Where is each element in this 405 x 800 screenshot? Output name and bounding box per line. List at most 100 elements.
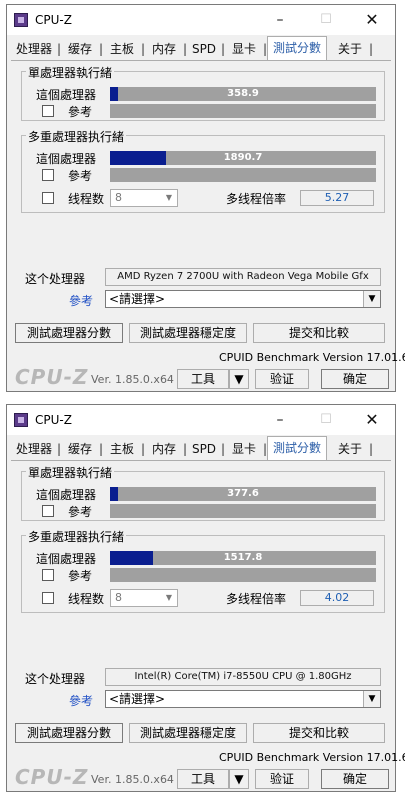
tab-mainboard[interactable]: 主板 <box>103 438 145 460</box>
threads-checkbox[interactable] <box>42 192 54 204</box>
chevron-down-icon[interactable]: ▼ <box>363 691 380 707</box>
tools-dropdown[interactable]: ▼ <box>229 769 249 789</box>
chevron-down-icon[interactable]: ▼ <box>363 291 380 307</box>
ratio-value: 5.27 <box>300 190 374 206</box>
bench-panel: 單處理器執行緒 這個處理器 377.6 參考 多重處理器执行緒 這個處理器 15… <box>11 460 391 720</box>
tab-bench[interactable]: 測試分數 <box>267 36 327 61</box>
group-legend: 多重處理器执行緒 <box>26 528 127 545</box>
bench-cpu-button[interactable]: 測試處理器分數 <box>15 723 123 743</box>
tab-memory[interactable]: 内存 <box>145 438 187 460</box>
single-thread-group: 單處理器執行緒 這個處理器 358.9 參考 <box>21 64 385 121</box>
reference-label: 參考 <box>68 569 93 583</box>
group-legend: 多重處理器执行緒 <box>26 128 127 145</box>
this-processor-score: 1890.7 <box>223 152 263 163</box>
this-processor-bar: 358.9 <box>110 87 376 101</box>
reference-select-value: <請選擇> <box>109 292 166 306</box>
reference-label: 參考 <box>68 505 93 519</box>
bench-panel: 單處理器執行緒 這個處理器 358.9 參考 多重處理器执行緒 這個處理器 18… <box>11 60 391 320</box>
close-icon[interactable]: ✕ <box>351 408 393 432</box>
maximize-icon[interactable]: ☐ <box>305 408 347 432</box>
tools-button[interactable]: 工具 <box>177 369 229 389</box>
title-bar: CPU-Z – ☐ ✕ <box>7 5 395 35</box>
tools-button[interactable]: 工具 <box>177 769 229 789</box>
reference-select-value: <請選擇> <box>109 692 166 706</box>
this-processor-label: 這個處理器 <box>36 88 97 102</box>
bench-cpu-button[interactable]: 測試處理器分數 <box>15 323 123 343</box>
reference-bar <box>110 104 376 118</box>
threads-select[interactable]: 8 ▼ <box>110 189 178 207</box>
threads-select[interactable]: 8 ▼ <box>110 589 178 607</box>
processor-name: Intel(R) Core(TM) i7-8550U CPU @ 1.80GHz <box>105 668 381 686</box>
processor-label: 这个处理器 <box>25 272 86 286</box>
benchmark-version: CPUID Benchmark Version 17.01.64 <box>219 751 405 764</box>
tab-cpu[interactable]: 处理器 <box>11 438 61 460</box>
chevron-down-icon[interactable]: ▼ <box>163 192 175 204</box>
tab-cpu[interactable]: 处理器 <box>11 38 61 60</box>
threads-checkbox[interactable] <box>42 592 54 604</box>
multi-thread-group: 多重處理器执行緒 這個處理器 1517.8 參考 线程数 8 ▼ 多线程倍率 4… <box>21 528 385 613</box>
this-processor-label: 這個處理器 <box>36 552 97 566</box>
cpuz-window: CPU-Z – ☐ ✕ 处理器 缓存 主板 内存 SPD 显卡 測試分數 关于 … <box>6 404 405 792</box>
title-bar: CPU-Z – ☐ ✕ <box>7 405 395 435</box>
this-processor-label: 這個處理器 <box>36 488 97 502</box>
reference-select[interactable]: <請選擇> ▼ <box>105 690 381 708</box>
cpu-z-app-icon <box>14 13 28 27</box>
tools-dropdown[interactable]: ▼ <box>229 369 249 389</box>
threads-label: 线程数 <box>68 592 105 606</box>
chevron-down-icon: ▼ <box>234 772 244 786</box>
maximize-icon[interactable]: ☐ <box>305 8 347 32</box>
reference-select[interactable]: <請選擇> ▼ <box>105 290 381 308</box>
reference-checkbox[interactable] <box>42 169 54 181</box>
tab-about[interactable]: 关于 <box>331 438 373 460</box>
this-processor-bar: 1517.8 <box>110 551 376 565</box>
stress-cpu-button[interactable]: 測試處理器穩定度 <box>129 323 247 343</box>
tab-graphics[interactable]: 显卡 <box>225 438 267 460</box>
cpu-z-app-icon <box>14 413 28 427</box>
validate-button[interactable]: 验证 <box>255 769 309 789</box>
tab-spd[interactable]: SPD <box>187 438 225 460</box>
group-legend: 單處理器執行緒 <box>26 64 115 81</box>
threads-value: 8 <box>115 591 122 604</box>
reference-bar <box>110 568 376 582</box>
reference-bar <box>110 504 376 518</box>
tab-graphics[interactable]: 显卡 <box>225 38 267 60</box>
tab-bar: 处理器 缓存 主板 内存 SPD 显卡 測試分數 关于 <box>11 36 391 61</box>
reference-label: 參考 <box>68 105 93 119</box>
tab-spd[interactable]: SPD <box>187 38 225 60</box>
reference-checkbox[interactable] <box>42 569 54 581</box>
minimize-icon[interactable]: – <box>259 8 301 32</box>
validate-button[interactable]: 验证 <box>255 369 309 389</box>
processor-name: AMD Ryzen 7 2700U with Radeon Vega Mobil… <box>105 268 381 286</box>
this-processor-score: 377.6 <box>227 488 259 499</box>
cpuz-logo: CPU-Z <box>15 765 89 789</box>
stress-cpu-button[interactable]: 測試處理器穩定度 <box>129 723 247 743</box>
reference-link[interactable]: 參考 <box>69 692 93 709</box>
tab-mainboard[interactable]: 主板 <box>103 38 145 60</box>
tab-caches[interactable]: 缓存 <box>61 38 103 60</box>
tab-memory[interactable]: 内存 <box>145 38 187 60</box>
multi-thread-group: 多重處理器执行緒 這個處理器 1890.7 參考 线程数 8 ▼ 多线程倍率 5… <box>21 128 385 213</box>
chevron-down-icon: ▼ <box>234 372 244 386</box>
processor-label: 这个处理器 <box>25 672 86 686</box>
chevron-down-icon[interactable]: ▼ <box>163 592 175 604</box>
submit-compare-button[interactable]: 提交和比較 <box>253 723 385 743</box>
app-version: Ver. 1.85.0.x64 <box>91 773 174 786</box>
group-legend: 單處理器執行緒 <box>26 464 115 481</box>
close-icon[interactable]: ✕ <box>351 8 393 32</box>
minimize-icon[interactable]: – <box>259 408 301 432</box>
tab-about[interactable]: 关于 <box>331 38 373 60</box>
reference-link[interactable]: 參考 <box>69 292 93 309</box>
this-processor-bar: 377.6 <box>110 487 376 501</box>
reference-bar <box>110 168 376 182</box>
ok-button[interactable]: 确定 <box>321 769 389 789</box>
ratio-label: 多线程倍率 <box>226 592 287 606</box>
submit-compare-button[interactable]: 提交和比較 <box>253 323 385 343</box>
ok-button[interactable]: 确定 <box>321 369 389 389</box>
reference-checkbox[interactable] <box>42 105 54 117</box>
benchmark-version: CPUID Benchmark Version 17.01.64 <box>219 351 405 364</box>
cpuz-window: CPU-Z – ☐ ✕ 处理器 缓存 主板 内存 SPD 显卡 測試分數 关于 … <box>6 4 405 392</box>
window-title: CPU-Z <box>35 13 72 27</box>
tab-caches[interactable]: 缓存 <box>61 438 103 460</box>
tab-bench[interactable]: 測試分數 <box>267 436 327 461</box>
reference-checkbox[interactable] <box>42 505 54 517</box>
